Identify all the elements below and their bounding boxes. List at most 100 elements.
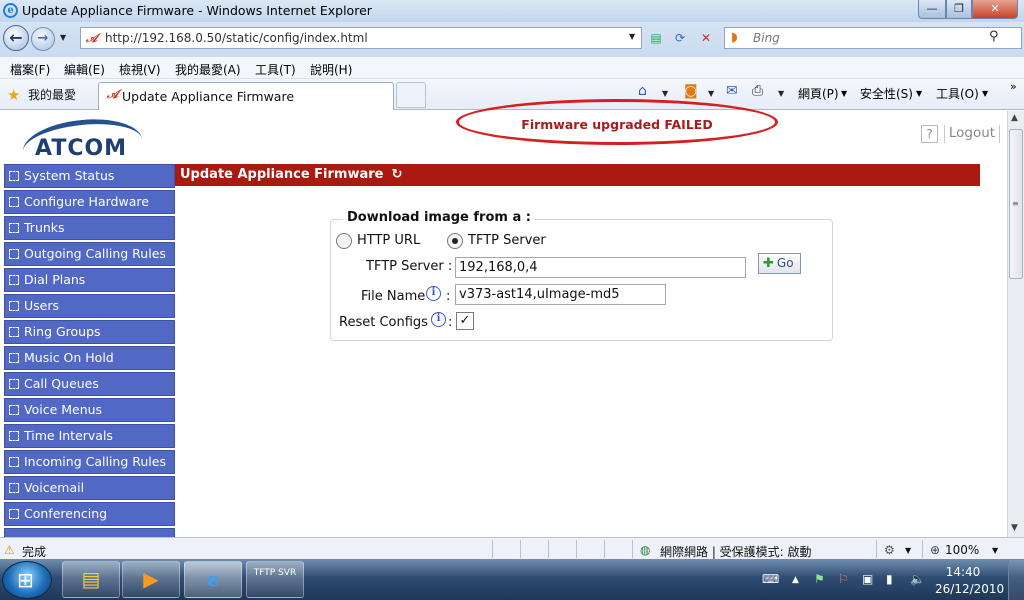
protected-mode-dropdown-icon[interactable]: ▼	[905, 546, 911, 555]
sidebar-item-label: Conferencing	[24, 506, 108, 521]
volume-icon[interactable]: 🔈	[910, 572, 925, 586]
expand-icon	[9, 249, 19, 259]
search-icon[interactable]: ⚲	[989, 29, 999, 44]
security-zone[interactable]: 網際網路 | 受保護模式: 啟動	[660, 543, 812, 560]
taskbar-tftp-server[interactable]: TFTP SVR	[246, 561, 304, 598]
maximize-button[interactable]: ❐	[946, 0, 972, 19]
radio-tftp-server-label[interactable]: TFTP Server	[468, 233, 546, 248]
sidebar-item-incoming-calling-rules[interactable]: Incoming Calling Rules	[4, 450, 175, 474]
reset-configs-checkbox[interactable]: ✓	[456, 312, 474, 330]
forward-button[interactable]: →	[31, 27, 55, 51]
sidebar-item-outgoing-calling-rules[interactable]: Outgoing Calling Rules	[4, 242, 175, 266]
page-title-bar: Update Appliance Firmware ↻	[175, 164, 980, 186]
minimize-button[interactable]: —	[918, 0, 946, 19]
search-box[interactable]: ◗ Bing ⚲	[724, 27, 1022, 49]
home-icon[interactable]: ⌂	[638, 83, 647, 99]
stop-icon[interactable]: ✕	[696, 29, 716, 47]
home-dropdown-icon[interactable]: ▼	[662, 89, 668, 98]
chevron-more-icon[interactable]: »	[1010, 80, 1017, 93]
feeds-dropdown-icon[interactable]: ▼	[708, 89, 714, 98]
favorites-star-icon[interactable]: ★	[7, 86, 20, 104]
tray-expand-icon[interactable]: ▲	[792, 575, 799, 585]
sidebar-item-more[interactable]	[4, 528, 175, 537]
sidebar-item-conferencing[interactable]: Conferencing	[4, 502, 175, 526]
page-menu[interactable]: 網頁(P)	[798, 85, 839, 102]
keyboard-icon[interactable]: ⌨	[762, 572, 779, 586]
expand-icon	[9, 275, 19, 285]
sidebar-item-label: Incoming Calling Rules	[24, 454, 166, 469]
zoom-dropdown-icon[interactable]: ▼	[992, 546, 998, 555]
network-alert-icon[interactable]: ⚐	[838, 572, 849, 586]
search-input[interactable]: Bing	[753, 31, 780, 45]
menu-favorites[interactable]: 我的最愛(A)	[175, 61, 241, 78]
sidebar-item-trunks[interactable]: Trunks	[4, 216, 175, 240]
go-button[interactable]: ✚ Go	[758, 253, 801, 274]
recent-pages-dropdown-icon[interactable]: ▼	[60, 33, 66, 42]
reset-configs-info-icon[interactable]: i	[431, 312, 446, 327]
tab-update-appliance-firmware[interactable]: 𝒜 Update Appliance Firmware	[98, 82, 394, 110]
sidebar-item-time-intervals[interactable]: Time Intervals	[4, 424, 175, 448]
sidebar-item-label: Ring Groups	[24, 324, 101, 339]
print-icon[interactable]: ⎙	[752, 83, 763, 99]
menu-view[interactable]: 檢視(V)	[119, 61, 161, 78]
sidebar-item-dial-plans[interactable]: Dial Plans	[4, 268, 175, 292]
menu-edit[interactable]: 編輯(E)	[64, 61, 105, 78]
new-tab-button[interactable]	[396, 82, 426, 108]
zoom-level[interactable]: 100%	[945, 543, 979, 557]
page-menu-chevron-icon[interactable]: ▼	[841, 89, 847, 98]
scroll-up-icon[interactable]: ▲	[1011, 113, 1018, 123]
radio-tftp-server[interactable]	[447, 233, 463, 249]
menu-help[interactable]: 說明(H)	[310, 61, 352, 78]
signal-icon[interactable]: ▮	[886, 572, 893, 586]
sidebar-item-configure-hardware[interactable]: Configure Hardware	[4, 190, 175, 214]
close-button[interactable]: ✕	[972, 0, 1018, 19]
vertical-scrollbar[interactable]: ▲ ≡ ▼	[1007, 111, 1024, 537]
menu-file[interactable]: 檔案(F)	[10, 61, 50, 78]
start-button[interactable]: ⊞	[2, 561, 52, 599]
logout-button[interactable]: Logout	[944, 125, 1000, 143]
sidebar-item-users[interactable]: Users	[4, 294, 175, 318]
address-input[interactable]: http://192.168.0.50/static/config/index.…	[105, 31, 368, 45]
menu-tools[interactable]: 工具(T)	[255, 61, 296, 78]
mail-icon[interactable]: ✉	[726, 83, 738, 99]
print-dropdown-icon[interactable]: ▼	[778, 89, 784, 98]
taskbar-media-player[interactable]: ▶	[122, 561, 180, 598]
address-dropdown-icon[interactable]: ▼	[629, 32, 635, 41]
taskbar-internet-explorer[interactable]: e	[184, 561, 242, 598]
sidebar-item-music-on-hold[interactable]: Music On Hold	[4, 346, 175, 370]
tools-menu[interactable]: 工具(O)	[936, 85, 979, 102]
sidebar-item-system-status[interactable]: System Status	[4, 164, 175, 188]
sidebar-item-ring-groups[interactable]: Ring Groups	[4, 320, 175, 344]
tools-menu-chevron-icon[interactable]: ▼	[982, 89, 988, 98]
compatibility-view-icon[interactable]: ▤	[646, 29, 666, 47]
radio-http-url[interactable]	[336, 233, 352, 249]
zoom-icon[interactable]: ⊕	[930, 543, 940, 557]
sidebar-item-label: System Status	[24, 168, 115, 183]
file-name-info-icon[interactable]: i	[426, 286, 441, 301]
sidebar-item-call-queues[interactable]: Call Queues	[4, 372, 175, 396]
clock[interactable]: 14:40 26/12/2010	[935, 564, 1004, 598]
window-title: Update Appliance Firmware - Windows Inte…	[22, 3, 372, 18]
action-center-icon[interactable]: ⚑	[814, 572, 825, 586]
tftp-server-input[interactable]: 192,168,0,4	[455, 257, 746, 278]
back-button[interactable]: ←	[3, 25, 29, 51]
device-icon[interactable]: ▣	[862, 572, 873, 586]
taskbar-explorer[interactable]: ▤	[62, 561, 120, 598]
safety-menu-chevron-icon[interactable]: ▼	[916, 89, 922, 98]
favorites-button[interactable]: 我的最愛	[28, 86, 76, 103]
title-bar[interactable]: e Update Appliance Firmware - Windows In…	[0, 0, 1024, 22]
protected-mode-icon[interactable]: ⚙	[884, 543, 895, 557]
feeds-icon[interactable]: ◙	[684, 83, 698, 99]
refresh-icon[interactable]: ⟳	[670, 29, 690, 47]
scroll-down-icon[interactable]: ▼	[1011, 523, 1018, 533]
address-bar[interactable]: 𝒜 http://192.168.0.50/static/config/inde…	[80, 27, 642, 49]
help-button[interactable]: ?	[921, 125, 938, 143]
file-name-input[interactable]: v373-ast14,uImage-md5	[455, 284, 666, 305]
menu-bar: 檔案(F) 編輯(E) 檢視(V) 我的最愛(A) 工具(T) 說明(H)	[0, 57, 1024, 79]
radio-http-url-label[interactable]: HTTP URL	[357, 233, 420, 248]
sidebar-item-voicemail[interactable]: Voicemail	[4, 476, 175, 500]
refresh-icon[interactable]: ↻	[391, 167, 402, 182]
show-desktop-button[interactable]	[1008, 560, 1024, 600]
sidebar-item-voice-menus[interactable]: Voice Menus	[4, 398, 175, 422]
safety-menu[interactable]: 安全性(S)	[860, 85, 913, 102]
